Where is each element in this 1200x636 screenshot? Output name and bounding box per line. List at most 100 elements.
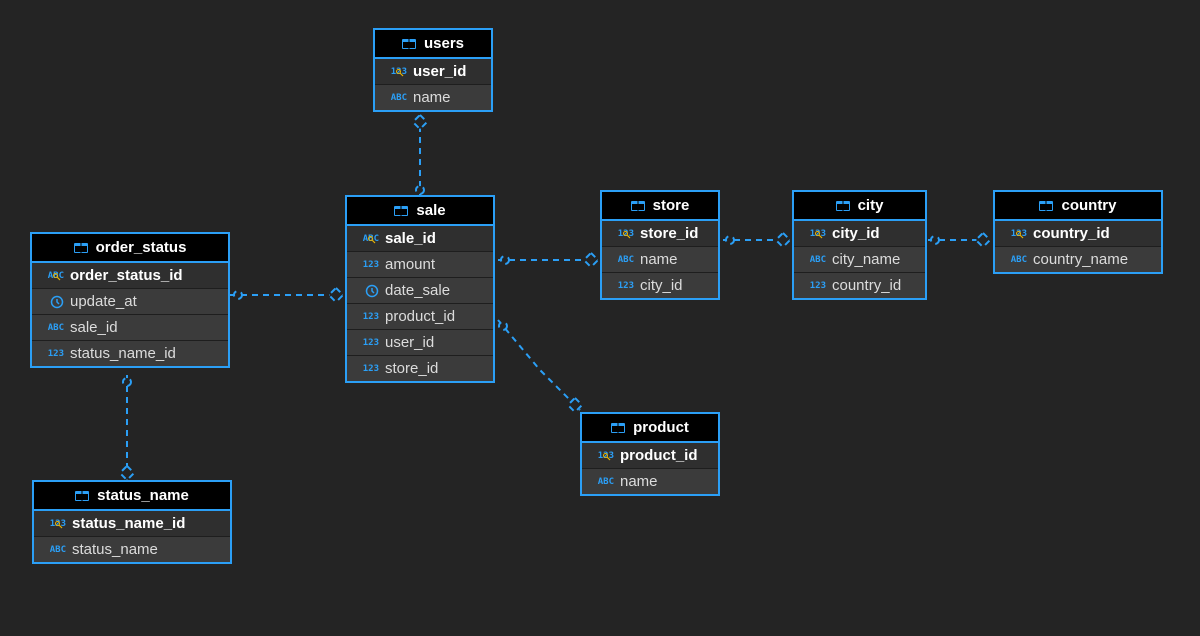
type-icon bbox=[610, 229, 634, 239]
column-label: city_id bbox=[832, 225, 880, 242]
table-city[interactable]: city city_id city_name country_id bbox=[792, 190, 927, 300]
column-label: amount bbox=[385, 256, 435, 273]
type-icon bbox=[383, 93, 407, 103]
column-label: city_name bbox=[832, 251, 900, 268]
table-store[interactable]: store store_id name city_id bbox=[600, 190, 720, 300]
type-icon bbox=[355, 338, 379, 348]
table-order_status[interactable]: order_status order_status_id update_at s… bbox=[30, 232, 230, 368]
rel-sale-product bbox=[498, 320, 580, 410]
column-name[interactable]: name bbox=[582, 468, 718, 494]
table-product[interactable]: product product_id name bbox=[580, 412, 720, 496]
column-user_id[interactable]: user_id bbox=[347, 329, 493, 355]
column-city_name[interactable]: city_name bbox=[794, 246, 925, 272]
column-product_id[interactable]: product_id bbox=[582, 443, 718, 468]
table-title: sale bbox=[416, 202, 445, 219]
column-label: name bbox=[620, 473, 658, 490]
column-user_id[interactable]: user_id bbox=[375, 59, 491, 84]
table-title: status_name bbox=[97, 487, 189, 504]
column-sale_id[interactable]: sale_id bbox=[347, 226, 493, 251]
column-label: product_id bbox=[385, 308, 455, 325]
table-header-product: product bbox=[582, 414, 718, 443]
table-users[interactable]: users user_id name bbox=[373, 28, 493, 112]
table-title: country bbox=[1061, 197, 1116, 214]
table-icon bbox=[394, 206, 408, 216]
type-icon bbox=[1003, 255, 1027, 265]
table-icon bbox=[611, 423, 625, 433]
column-date_sale[interactable]: date_sale bbox=[347, 277, 493, 303]
column-sale_id[interactable]: sale_id bbox=[32, 314, 228, 340]
type-icon bbox=[355, 312, 379, 322]
column-product_id[interactable]: product_id bbox=[347, 303, 493, 329]
type-icon bbox=[610, 255, 634, 265]
column-label: country_name bbox=[1033, 251, 1128, 268]
table-title: city bbox=[858, 197, 884, 214]
column-label: date_sale bbox=[385, 282, 450, 299]
column-city_id[interactable]: city_id bbox=[794, 221, 925, 246]
type-icon bbox=[383, 67, 407, 77]
type-icon bbox=[1003, 229, 1027, 239]
column-store_id[interactable]: store_id bbox=[602, 221, 718, 246]
column-name[interactable]: name bbox=[602, 246, 718, 272]
type-icon bbox=[590, 451, 614, 461]
type-icon bbox=[40, 323, 64, 333]
column-label: name bbox=[640, 251, 678, 268]
type-icon bbox=[40, 295, 64, 309]
type-icon bbox=[42, 545, 66, 555]
type-icon bbox=[42, 519, 66, 529]
table-header-users: users bbox=[375, 30, 491, 59]
column-store_id[interactable]: store_id bbox=[347, 355, 493, 381]
table-header-country: country bbox=[995, 192, 1161, 221]
column-label: update_at bbox=[70, 293, 137, 310]
table-icon bbox=[1039, 201, 1053, 211]
column-label: user_id bbox=[385, 334, 434, 351]
type-icon bbox=[40, 271, 64, 281]
type-icon bbox=[610, 281, 634, 291]
column-label: status_name bbox=[72, 541, 158, 558]
table-icon bbox=[402, 39, 416, 49]
column-label: country_id bbox=[1033, 225, 1110, 242]
type-icon bbox=[590, 477, 614, 487]
column-label: store_id bbox=[385, 360, 438, 377]
column-country_id[interactable]: country_id bbox=[794, 272, 925, 298]
table-title: store bbox=[653, 197, 690, 214]
table-country[interactable]: country country_id country_name bbox=[993, 190, 1163, 274]
column-order_status_id[interactable]: order_status_id bbox=[32, 263, 228, 288]
table-header-status_name: status_name bbox=[34, 482, 230, 511]
table-icon bbox=[836, 201, 850, 211]
type-icon bbox=[355, 364, 379, 374]
table-title: product bbox=[633, 419, 689, 436]
table-title: order_status bbox=[96, 239, 187, 256]
column-name[interactable]: name bbox=[375, 84, 491, 110]
table-icon bbox=[631, 201, 645, 211]
table-header-sale: sale bbox=[347, 197, 493, 226]
column-status_name_id[interactable]: status_name_id bbox=[34, 511, 230, 536]
table-header-store: store bbox=[602, 192, 718, 221]
table-header-order_status: order_status bbox=[32, 234, 228, 263]
table-header-city: city bbox=[794, 192, 925, 221]
column-country_id[interactable]: country_id bbox=[995, 221, 1161, 246]
table-icon bbox=[74, 243, 88, 253]
column-label: user_id bbox=[413, 63, 466, 80]
column-label: product_id bbox=[620, 447, 698, 464]
table-icon bbox=[75, 491, 89, 501]
column-label: store_id bbox=[640, 225, 698, 242]
column-label: name bbox=[413, 89, 451, 106]
column-label: status_name_id bbox=[72, 515, 185, 532]
type-icon bbox=[355, 260, 379, 270]
table-title: users bbox=[424, 35, 464, 52]
column-label: country_id bbox=[832, 277, 901, 294]
type-icon bbox=[802, 281, 826, 291]
column-country_name[interactable]: country_name bbox=[995, 246, 1161, 272]
column-status_name[interactable]: status_name bbox=[34, 536, 230, 562]
type-icon bbox=[802, 255, 826, 265]
column-amount[interactable]: amount bbox=[347, 251, 493, 277]
column-label: sale_id bbox=[385, 230, 436, 247]
table-sale[interactable]: sale sale_id amount date_sale product_id… bbox=[345, 195, 495, 383]
column-label: sale_id bbox=[70, 319, 118, 336]
table-status_name[interactable]: status_name status_name_id status_name bbox=[32, 480, 232, 564]
column-update_at[interactable]: update_at bbox=[32, 288, 228, 314]
column-city_id[interactable]: city_id bbox=[602, 272, 718, 298]
type-icon bbox=[355, 284, 379, 298]
type-icon bbox=[355, 234, 379, 244]
column-status_name_id[interactable]: status_name_id bbox=[32, 340, 228, 366]
